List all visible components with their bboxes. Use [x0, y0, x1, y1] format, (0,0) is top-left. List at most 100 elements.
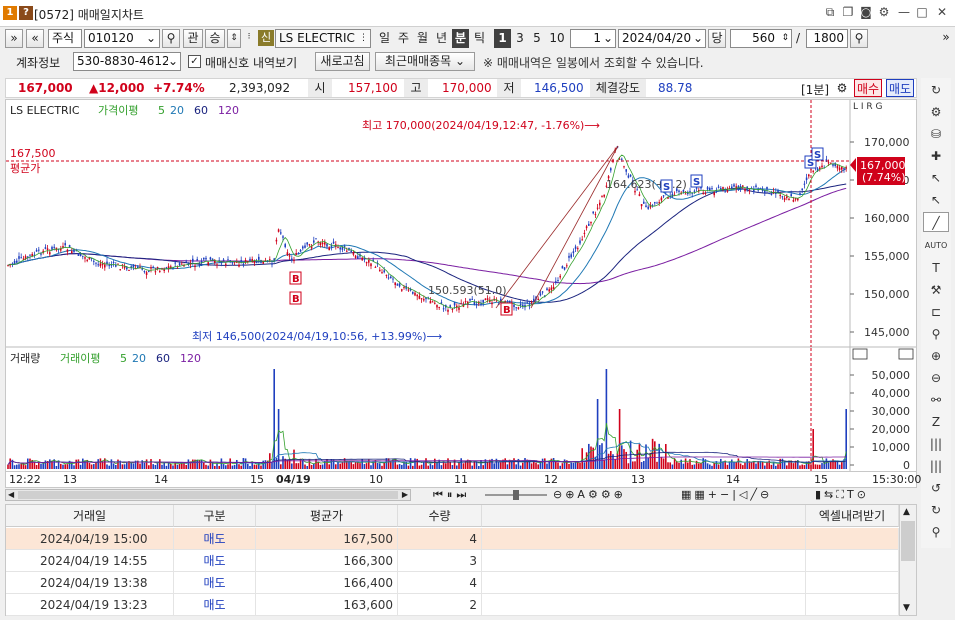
table-row[interactable]: 2024/04/19 13:23 매도 163,600 2: [6, 594, 899, 616]
stock-code-input[interactable]: 010120 ⌄: [84, 29, 160, 48]
scroll-left-icon[interactable]: ◀: [8, 490, 14, 499]
current-button[interactable]: 당: [708, 29, 726, 48]
layout-tools[interactable]: ▦▦+−|◁╱⊖: [681, 488, 772, 501]
bars-alt-icon[interactable]: |||: [923, 456, 949, 476]
crosshair-icon[interactable]: ✚: [923, 146, 949, 166]
link-icon[interactable]: ⧉: [822, 5, 838, 20]
vertical-scrollbar[interactable]: ▲ ▼: [899, 505, 916, 615]
indicator-icon[interactable]: ⛁: [923, 124, 949, 144]
volume-pane[interactable]: 50,000 40,000 30,000 20,000 10,000 0 거래량 거래이평…: [7, 348, 914, 472]
expand-right-icon[interactable]: »: [940, 29, 952, 48]
auto-icon[interactable]: AUTO: [923, 236, 949, 256]
chevron-down-double-icon[interactable]: »: [5, 29, 23, 48]
speed-slider-thumb[interactable]: [513, 490, 519, 500]
type-select[interactable]: 주식: [48, 29, 82, 48]
z-order-icon[interactable]: Z: [923, 412, 949, 432]
copy-icon[interactable]: ❐: [840, 5, 856, 19]
period-week[interactable]: 주: [395, 29, 412, 48]
interval-1[interactable]: 1: [494, 29, 511, 48]
interest-button[interactable]: 관: [183, 29, 203, 48]
table-row[interactable]: 2024/04/19 14:55 매도 166,300 3: [6, 550, 899, 572]
col-header-price[interactable]: 평균가: [256, 505, 398, 527]
dots-icon[interactable]: ⋮: [359, 30, 368, 47]
zoom-in-icon[interactable]: ⊕: [923, 346, 949, 366]
screen-number-badge[interactable]: 1: [3, 6, 17, 20]
calendar-dropdown-icon[interactable]: ⌄: [693, 30, 703, 47]
col-header-qty[interactable]: 수량: [398, 505, 482, 527]
period-year[interactable]: 년: [433, 29, 450, 48]
drawing-tool-panel: ↻ ⚙ ⛁ ✚ ↖ ↖ ╱ AUTO T ⚒ ⊏ ⚲ ⊕ ⊖ ⚯ Z ||| |…: [921, 78, 951, 548]
interval-input[interactable]: 1 ⌄: [570, 29, 616, 48]
camera-icon[interactable]: ◙: [858, 5, 874, 19]
dropdown-arrow-icon[interactable]: ⌄: [167, 53, 178, 70]
gear-icon[interactable]: ⚙: [834, 79, 850, 97]
excel-download-button[interactable]: 엑셀내려받기: [806, 505, 899, 527]
scroll-right-icon[interactable]: ▶: [402, 490, 408, 499]
maximize-icon[interactable]: □: [914, 5, 930, 19]
text-icon[interactable]: T: [923, 258, 949, 278]
ruler-icon[interactable]: ⊏: [923, 302, 949, 322]
minimize-icon[interactable]: —: [896, 5, 912, 19]
candle-body: [790, 194, 792, 197]
bars-icon[interactable]: |||: [923, 434, 949, 454]
dropdown-arrow-icon[interactable]: ⌄: [146, 30, 156, 47]
v-scroll-thumb[interactable]: [901, 521, 915, 561]
pointer-icon[interactable]: ↖: [923, 168, 949, 188]
help-badge[interactable]: ?: [19, 6, 33, 20]
sell-button[interactable]: 매도: [886, 79, 914, 97]
chart-area[interactable]: 170,000165,000160,000155,000150,000145,0…: [5, 99, 917, 472]
pointer-alt-icon[interactable]: ↖: [923, 190, 949, 210]
settings-icon[interactable]: ⚙: [876, 5, 892, 19]
period-minute[interactable]: 분: [452, 29, 469, 48]
playback-controls[interactable]: ⏮⏸⏭: [433, 488, 470, 502]
spin-icon[interactable]: ⇕: [781, 30, 789, 47]
approve-button[interactable]: 승: [205, 29, 225, 48]
col-header-type[interactable]: 구분: [174, 505, 256, 527]
zoom-icon[interactable]: ⚲: [923, 324, 949, 344]
vol-pane-close-icon[interactable]: [898, 348, 914, 360]
search-icon[interactable]: ⚲: [162, 29, 180, 48]
measure-icon[interactable]: ⚒: [923, 280, 949, 300]
stock-name-field[interactable]: LS ELECTRIC ⋮: [275, 29, 371, 48]
gear-icon[interactable]: ⚙: [923, 102, 949, 122]
vol-pane-badge-icon[interactable]: [852, 348, 868, 360]
table-row[interactable]: 2024/04/19 15:00 매도 167,500 4: [6, 528, 899, 550]
redo-icon[interactable]: ↻: [923, 500, 949, 520]
zoom-out-icon[interactable]: ⊖: [923, 368, 949, 388]
undo-icon[interactable]: ↺: [923, 478, 949, 498]
recent-trades-button[interactable]: 최근매매종목 ⌄: [375, 52, 475, 71]
spin-updown-icon[interactable]: ⇕: [227, 29, 241, 48]
close-icon[interactable]: ✕: [934, 5, 950, 19]
zoom-search-icon[interactable]: ⚲: [850, 29, 868, 48]
account-select[interactable]: 530-8830-4612- ⌄: [73, 52, 181, 71]
scroll-thumb[interactable]: [18, 491, 398, 499]
col-header-date[interactable]: 거래일: [6, 505, 174, 527]
count-input[interactable]: 560 ⇕: [730, 29, 792, 48]
chart-svg[interactable]: 170,000165,000160,000155,000150,000145,0…: [6, 100, 916, 472]
chevron-up-double-icon[interactable]: «: [26, 29, 44, 48]
zoom-tools[interactable]: ⊖⊕A⚙⚙⊕: [553, 488, 626, 501]
interval-3[interactable]: 3: [513, 29, 527, 48]
price-pane[interactable]: 170,000165,000160,000155,000150,000145,0…: [6, 100, 916, 471]
refresh-icon[interactable]: ↻: [923, 80, 949, 100]
refresh-button[interactable]: 새로고침: [315, 52, 370, 71]
horizontal-scrollbar[interactable]: ◀ ▶: [5, 489, 411, 501]
analysis-icon[interactable]: ⚯: [923, 390, 949, 410]
scroll-down-icon[interactable]: ▼: [903, 603, 910, 613]
period-tick[interactable]: 틱: [471, 29, 488, 48]
table-row[interactable]: 2024/04/19 13:38 매도 166,400 4: [6, 572, 899, 594]
view-tools[interactable]: ▮⇆⛶T⊙: [815, 488, 869, 502]
scroll-up-icon[interactable]: ▲: [903, 507, 910, 517]
period-month[interactable]: 월: [414, 29, 431, 48]
interval-5[interactable]: 5: [529, 29, 545, 48]
interval-10[interactable]: 10: [547, 29, 567, 48]
dropdown-arrow-icon[interactable]: ⌄: [603, 30, 613, 47]
period-day[interactable]: 일: [376, 29, 393, 48]
trendline-icon[interactable]: ╱: [923, 212, 949, 232]
candle-body: [387, 277, 390, 279]
yaxis-badge[interactable]: L I R G: [853, 102, 883, 112]
signal-checkbox[interactable]: ✓: [188, 55, 201, 68]
buy-button[interactable]: 매수: [854, 79, 882, 97]
magnifier-icon[interactable]: ⚲: [923, 522, 949, 542]
date-input[interactable]: 2024/04/20 ⌄: [618, 29, 706, 48]
